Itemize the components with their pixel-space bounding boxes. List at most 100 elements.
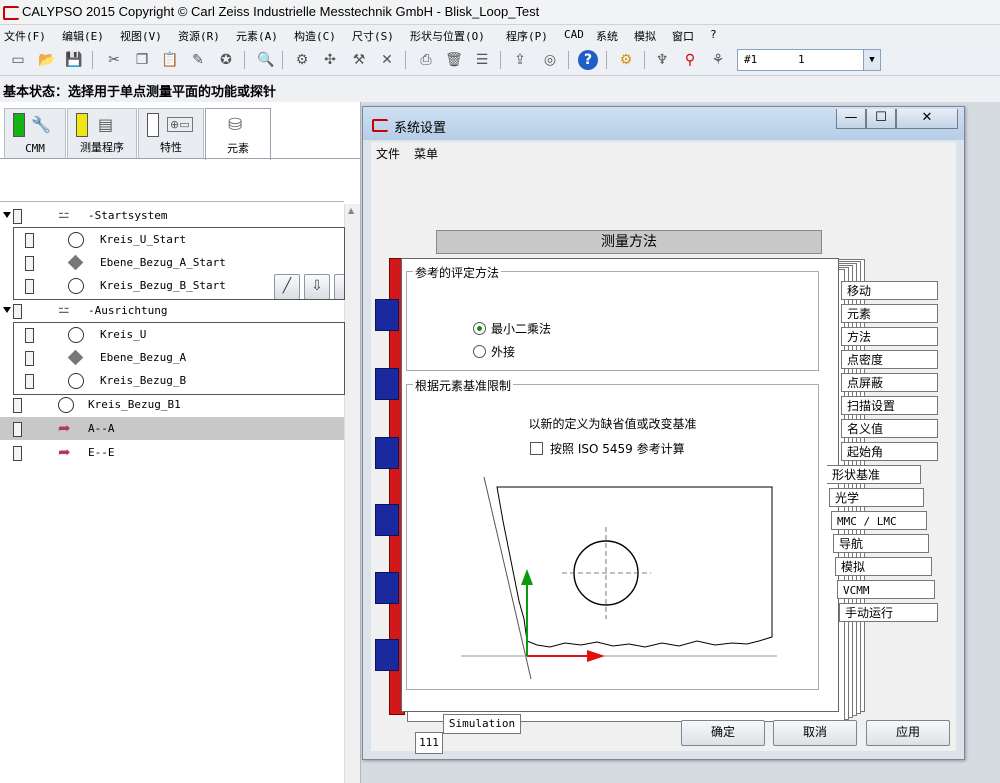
- tab-mmc-lmc[interactable]: MMC / LMC: [831, 511, 927, 530]
- maximize-button[interactable]: ☐: [866, 109, 896, 129]
- tools-icon[interactable]: ⚒: [349, 50, 369, 70]
- tree-item[interactable]: Kreis_U: [0, 323, 344, 346]
- tab-point-density[interactable]: 点密度: [841, 350, 938, 369]
- tab-scan-settings[interactable]: 扫描设置: [841, 396, 938, 415]
- export-icon[interactable]: ⇪: [510, 50, 530, 70]
- expand-arrow-icon[interactable]: [3, 212, 11, 218]
- new-icon[interactable]: ▭: [8, 50, 28, 70]
- status-square: [13, 209, 22, 224]
- tab-cmm[interactable]: 🔧 CMM: [4, 108, 66, 159]
- stylus-alt-icon[interactable]: ⚲: [680, 50, 700, 70]
- tree-item[interactable]: Ebene_Bezug_A: [0, 346, 344, 369]
- circumscribed-radio[interactable]: [473, 345, 486, 358]
- tab-start-angle[interactable]: 起始角: [841, 442, 938, 461]
- tab-manual-run[interactable]: 手动运行: [839, 603, 938, 622]
- wrench-icon: 🔧: [31, 115, 51, 134]
- tree-item-selected[interactable]: ➦ A--A: [0, 417, 344, 440]
- expand-arrow-icon[interactable]: [3, 307, 11, 313]
- open-icon[interactable]: 📂: [37, 50, 57, 70]
- save-icon[interactable]: 💾: [64, 50, 84, 70]
- apply-button[interactable]: 应用: [866, 720, 950, 746]
- tab-optical[interactable]: 光学: [829, 488, 924, 507]
- tab-form-datum[interactable]: 形状基准: [827, 465, 921, 484]
- ok-button[interactable]: 确定: [681, 720, 765, 746]
- search-icon[interactable]: 🔍: [256, 50, 276, 70]
- tab-measurement-plan[interactable]: ▤ 测量程序: [67, 108, 137, 159]
- tab-move[interactable]: 移动: [841, 281, 938, 300]
- tab-underline: [0, 158, 360, 159]
- tree-scrollbar[interactable]: ▲: [344, 204, 360, 783]
- calypso-logo-icon: [3, 6, 19, 20]
- dialog-title-bar: 系统设置 — ☐ ✕: [363, 107, 964, 140]
- binder-ring: [375, 639, 399, 671]
- menu-cad[interactable]: CAD: [564, 28, 584, 41]
- tree-item[interactable]: ➦ E--E: [0, 441, 344, 464]
- tree-item[interactable]: Kreis_Bezug_B1: [0, 393, 344, 416]
- dialog-menu-file[interactable]: 文件: [376, 145, 400, 162]
- gear-icon[interactable]: ⚙: [616, 50, 636, 70]
- stylus-go-icon[interactable]: ⚘: [708, 50, 728, 70]
- tab-element[interactable]: 元素: [841, 304, 938, 323]
- measure-icon[interactable]: ✪: [216, 50, 236, 70]
- cut-icon[interactable]: ✂: [104, 50, 124, 70]
- print-icon[interactable]: ⎙: [416, 50, 436, 70]
- menu-help[interactable]: ?: [710, 28, 717, 41]
- list-icon[interactable]: ☰: [472, 50, 492, 70]
- probe-node-select[interactable]: #1 1 ▼: [737, 49, 881, 71]
- iso5459-checkbox[interactable]: [530, 442, 543, 455]
- menu-bar: 文件(F) 编辑(E) 视图(V) 资源(R) 元素(A) 构造(C) 尺寸(S…: [0, 25, 1000, 45]
- tab-point-mask[interactable]: 点屏蔽: [841, 373, 938, 392]
- copy-icon[interactable]: ❐: [132, 50, 152, 70]
- tree-item[interactable]: Kreis_Bezug_B: [0, 369, 344, 392]
- binder-ring: [375, 299, 399, 331]
- menu-size[interactable]: 尺寸(S): [352, 28, 394, 44]
- menu-window[interactable]: 窗口: [672, 28, 694, 44]
- help-icon[interactable]: ?: [578, 50, 598, 70]
- paste-icon[interactable]: 📋: [160, 50, 180, 70]
- menu-edit[interactable]: 编辑(E): [62, 28, 104, 44]
- scroll-up-icon[interactable]: ▲: [348, 206, 354, 215]
- menu-view[interactable]: 视图(V): [120, 28, 162, 44]
- system-settings-dialog: 系统设置 — ☐ ✕ 文件 菜单 测量方法 参考的评定方法 最小二乘法 外接 根…: [362, 106, 965, 760]
- menu-form-position[interactable]: 形状与位置(O): [410, 28, 485, 44]
- least-squares-radio[interactable]: [473, 322, 486, 335]
- menu-construct[interactable]: 构造(C): [294, 28, 336, 44]
- tab-simulation[interactable]: Simulation: [443, 714, 521, 734]
- status-square: [25, 233, 34, 248]
- menu-system[interactable]: 系统: [596, 28, 618, 44]
- delete-icon[interactable]: 🗑: [444, 50, 464, 70]
- menu-file[interactable]: 文件(F): [4, 28, 46, 44]
- wizard-icon[interactable]: ✣: [320, 50, 340, 70]
- tab-elements[interactable]: ⛁ 元素: [205, 108, 271, 160]
- menu-program[interactable]: 程序(P): [506, 28, 548, 44]
- tab-method[interactable]: 方法: [841, 327, 938, 346]
- dialog-menu-menu[interactable]: 菜单: [414, 145, 438, 162]
- close-button[interactable]: ✕: [896, 109, 958, 129]
- menu-elements[interactable]: 元素(A): [236, 28, 278, 44]
- tree-item[interactable]: Kreis_U_Start: [0, 228, 344, 251]
- group-caption: 参考的评定方法: [413, 264, 502, 281]
- stylus-icon[interactable]: ♆: [652, 50, 672, 70]
- tools-icon-2[interactable]: ✕: [377, 50, 397, 70]
- tree-item[interactable]: Ebene_Bezug_A_Start: [0, 251, 344, 274]
- toolbar-separator: [92, 51, 93, 69]
- tree-group-startsystem[interactable]: ⚍ -Startsystem: [0, 204, 344, 227]
- settings-icon[interactable]: ◎: [540, 50, 560, 70]
- tree-item[interactable]: Kreis_Bezug_B_Start: [0, 274, 344, 297]
- tab-simulate[interactable]: 模拟: [835, 557, 932, 576]
- menu-simulate[interactable]: 模拟: [634, 28, 656, 44]
- tab-111[interactable]: 111: [415, 732, 443, 754]
- menu-resources[interactable]: 资源(R): [178, 28, 220, 44]
- ctr-icon[interactable]: ⚙: [292, 50, 312, 70]
- tree-group-ausrichtung[interactable]: ⚍ -Ausrichtung: [0, 299, 344, 322]
- tab-nominal[interactable]: 名义值: [841, 419, 938, 438]
- cancel-button[interactable]: 取消: [773, 720, 857, 746]
- tab-characteristics[interactable]: ⊕▭ 特性: [138, 108, 204, 159]
- node-value: #1: [744, 53, 758, 66]
- minimize-button[interactable]: —: [836, 109, 866, 129]
- probe-icon[interactable]: ✎: [188, 50, 208, 70]
- chevron-down-icon[interactable]: ▼: [863, 50, 880, 70]
- dialog-client: 测量方法 参考的评定方法 最小二乘法 外接 根据元素基准限制 以新的定义为缺省值…: [371, 162, 956, 754]
- tab-vcmm[interactable]: VCMM: [837, 580, 935, 599]
- tab-navigation[interactable]: 导航: [833, 534, 929, 553]
